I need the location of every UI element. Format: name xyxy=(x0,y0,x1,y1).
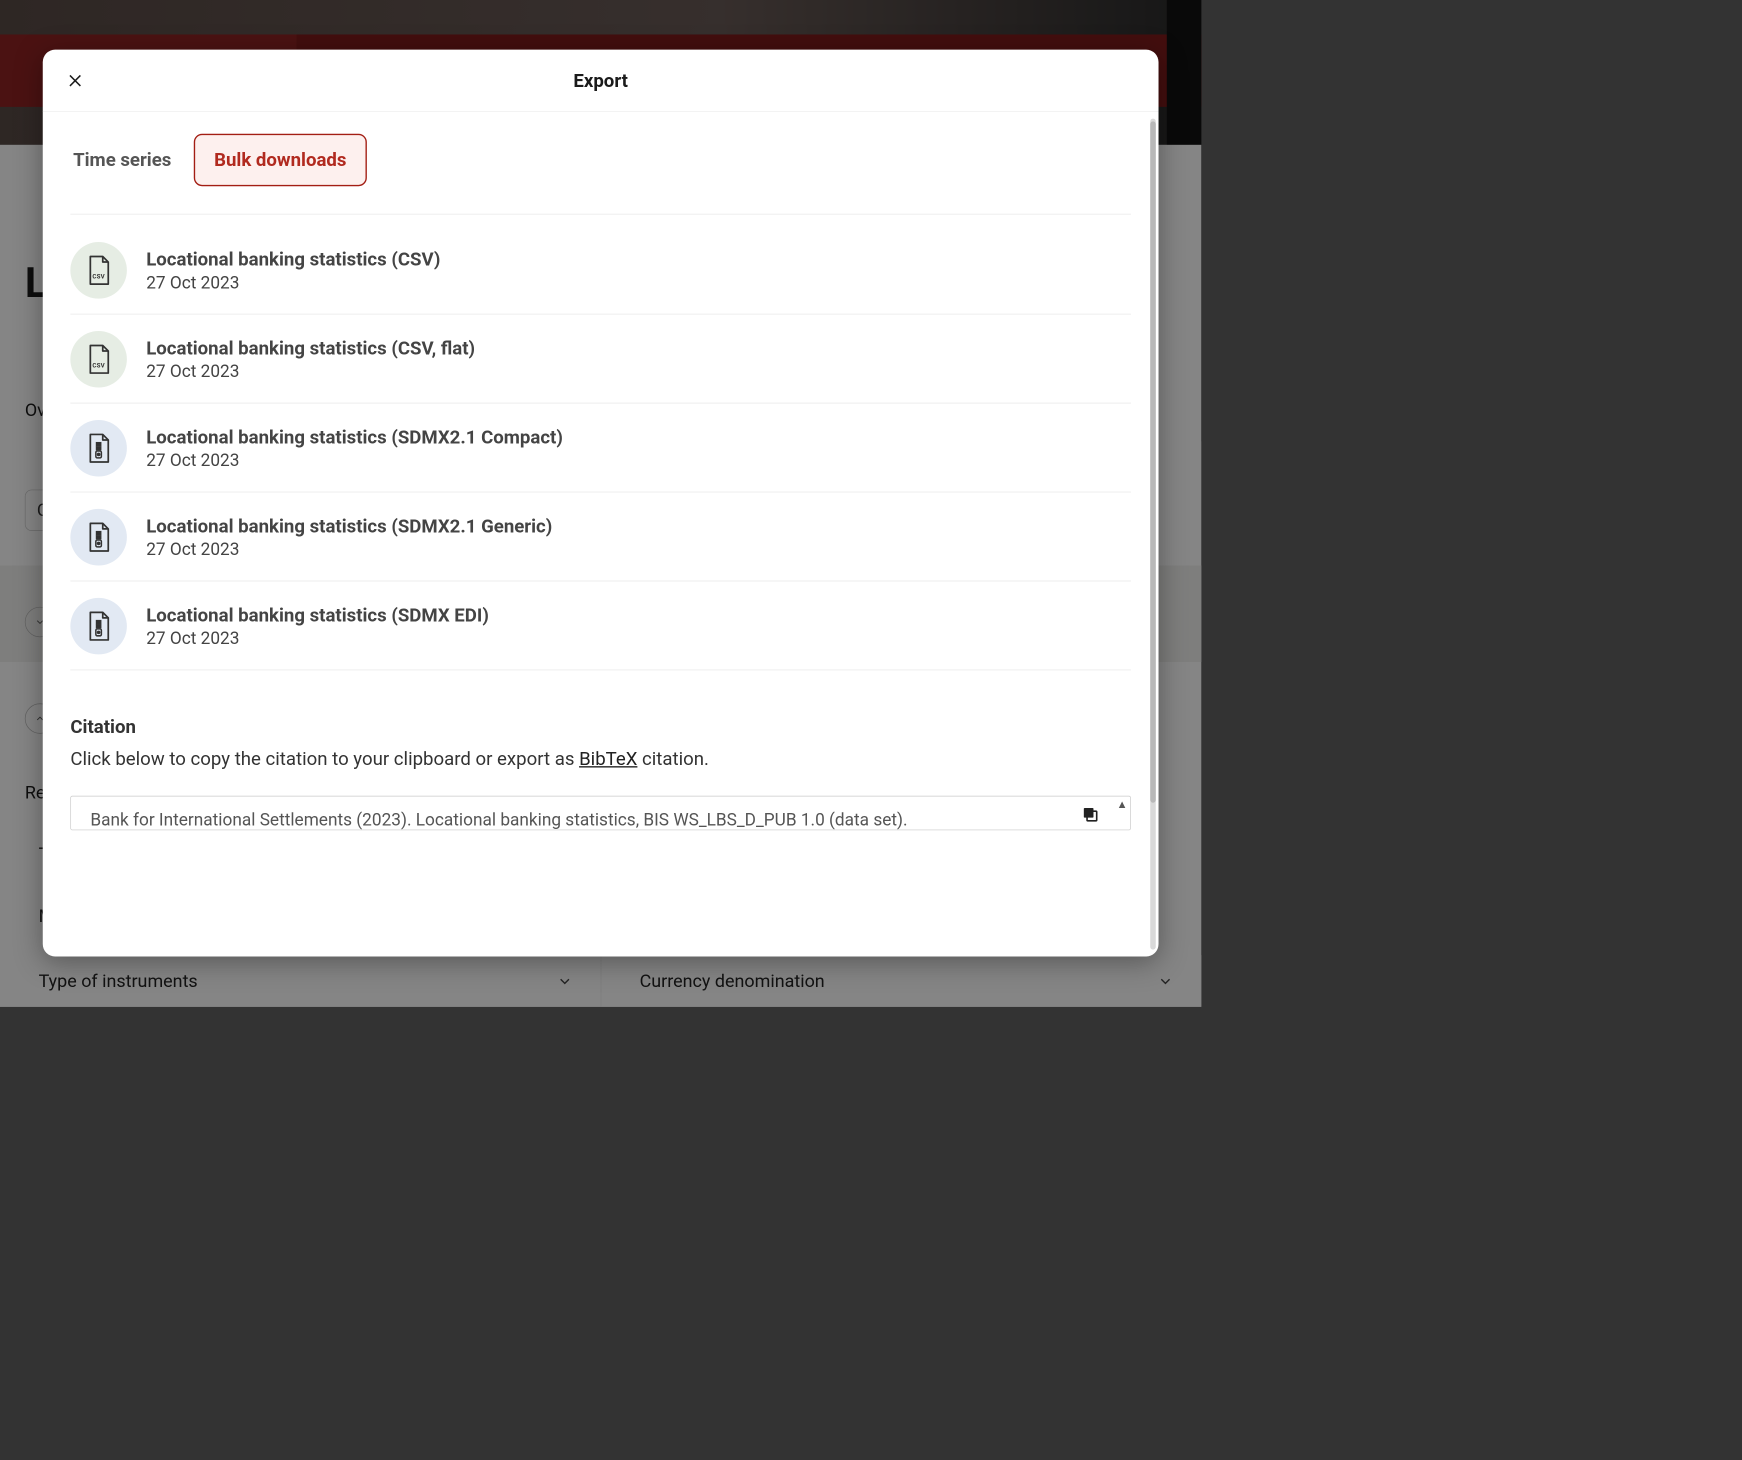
download-row[interactable]: Locational banking statistics (SDMX EDI)… xyxy=(70,581,1131,670)
tab-bulk-downloads[interactable]: Bulk downloads xyxy=(193,134,367,186)
close-button[interactable] xyxy=(65,70,86,91)
download-date: 27 Oct 2023 xyxy=(146,362,1131,382)
modal-title: Export xyxy=(573,69,628,91)
tab-time-series[interactable]: Time series xyxy=(70,138,174,182)
close-icon xyxy=(66,71,84,89)
download-date: 27 Oct 2023 xyxy=(146,540,1131,560)
citation-heading: Citation xyxy=(70,716,1131,738)
citation-text: Bank for International Settlements (2023… xyxy=(71,796,1130,830)
modal-body: Time series Bulk downloads Locational ba… xyxy=(43,112,1159,957)
scrollbar-track[interactable] xyxy=(1150,119,1156,950)
download-list: Locational banking statistics (CSV) 27 Oc… xyxy=(70,221,1131,670)
download-row[interactable]: Locational banking statistics (CSV) 27 Oc… xyxy=(70,221,1131,314)
citation-instruction: Click below to copy the citation to your… xyxy=(70,748,1131,770)
download-title: Locational banking statistics (CSV, flat… xyxy=(146,337,1131,359)
zip-file-icon xyxy=(70,598,127,655)
download-date: 27 Oct 2023 xyxy=(146,629,1131,649)
csv-file-icon xyxy=(70,331,127,388)
modal-header: Export xyxy=(43,50,1159,112)
modal-backdrop[interactable]: Export Time series Bulk downloads Locati… xyxy=(0,0,1201,1007)
citation-text-box[interactable]: Bank for International Settlements (2023… xyxy=(70,796,1131,830)
download-title: Locational banking statistics (SDMX2.1 G… xyxy=(146,515,1131,537)
download-date: 27 Oct 2023 xyxy=(146,273,1131,293)
download-title: Locational banking statistics (CSV) xyxy=(146,248,1131,270)
download-row[interactable]: Locational banking statistics (SDMX2.1 C… xyxy=(70,403,1131,492)
download-title: Locational banking statistics (SDMX2.1 C… xyxy=(146,426,1131,448)
zip-file-icon xyxy=(70,509,127,566)
download-row[interactable]: Locational banking statistics (CSV, flat… xyxy=(70,314,1131,403)
scrollbar-thumb[interactable] xyxy=(1150,121,1156,802)
bibtex-link[interactable]: BibTeX xyxy=(579,748,637,770)
citation-section: Citation Click below to copy the citatio… xyxy=(70,716,1131,830)
download-title: Locational banking statistics (SDMX EDI) xyxy=(146,604,1131,626)
csv-file-icon xyxy=(70,242,127,299)
download-row[interactable]: Locational banking statistics (SDMX2.1 G… xyxy=(70,492,1131,581)
download-date: 27 Oct 2023 xyxy=(146,451,1131,471)
scroll-up-icon[interactable]: ▲ xyxy=(1117,798,1128,812)
zip-file-icon xyxy=(70,420,127,477)
copy-icon[interactable] xyxy=(1081,805,1100,824)
export-modal: Export Time series Bulk downloads Locati… xyxy=(43,50,1159,957)
export-tabs: Time series Bulk downloads xyxy=(70,134,1131,215)
